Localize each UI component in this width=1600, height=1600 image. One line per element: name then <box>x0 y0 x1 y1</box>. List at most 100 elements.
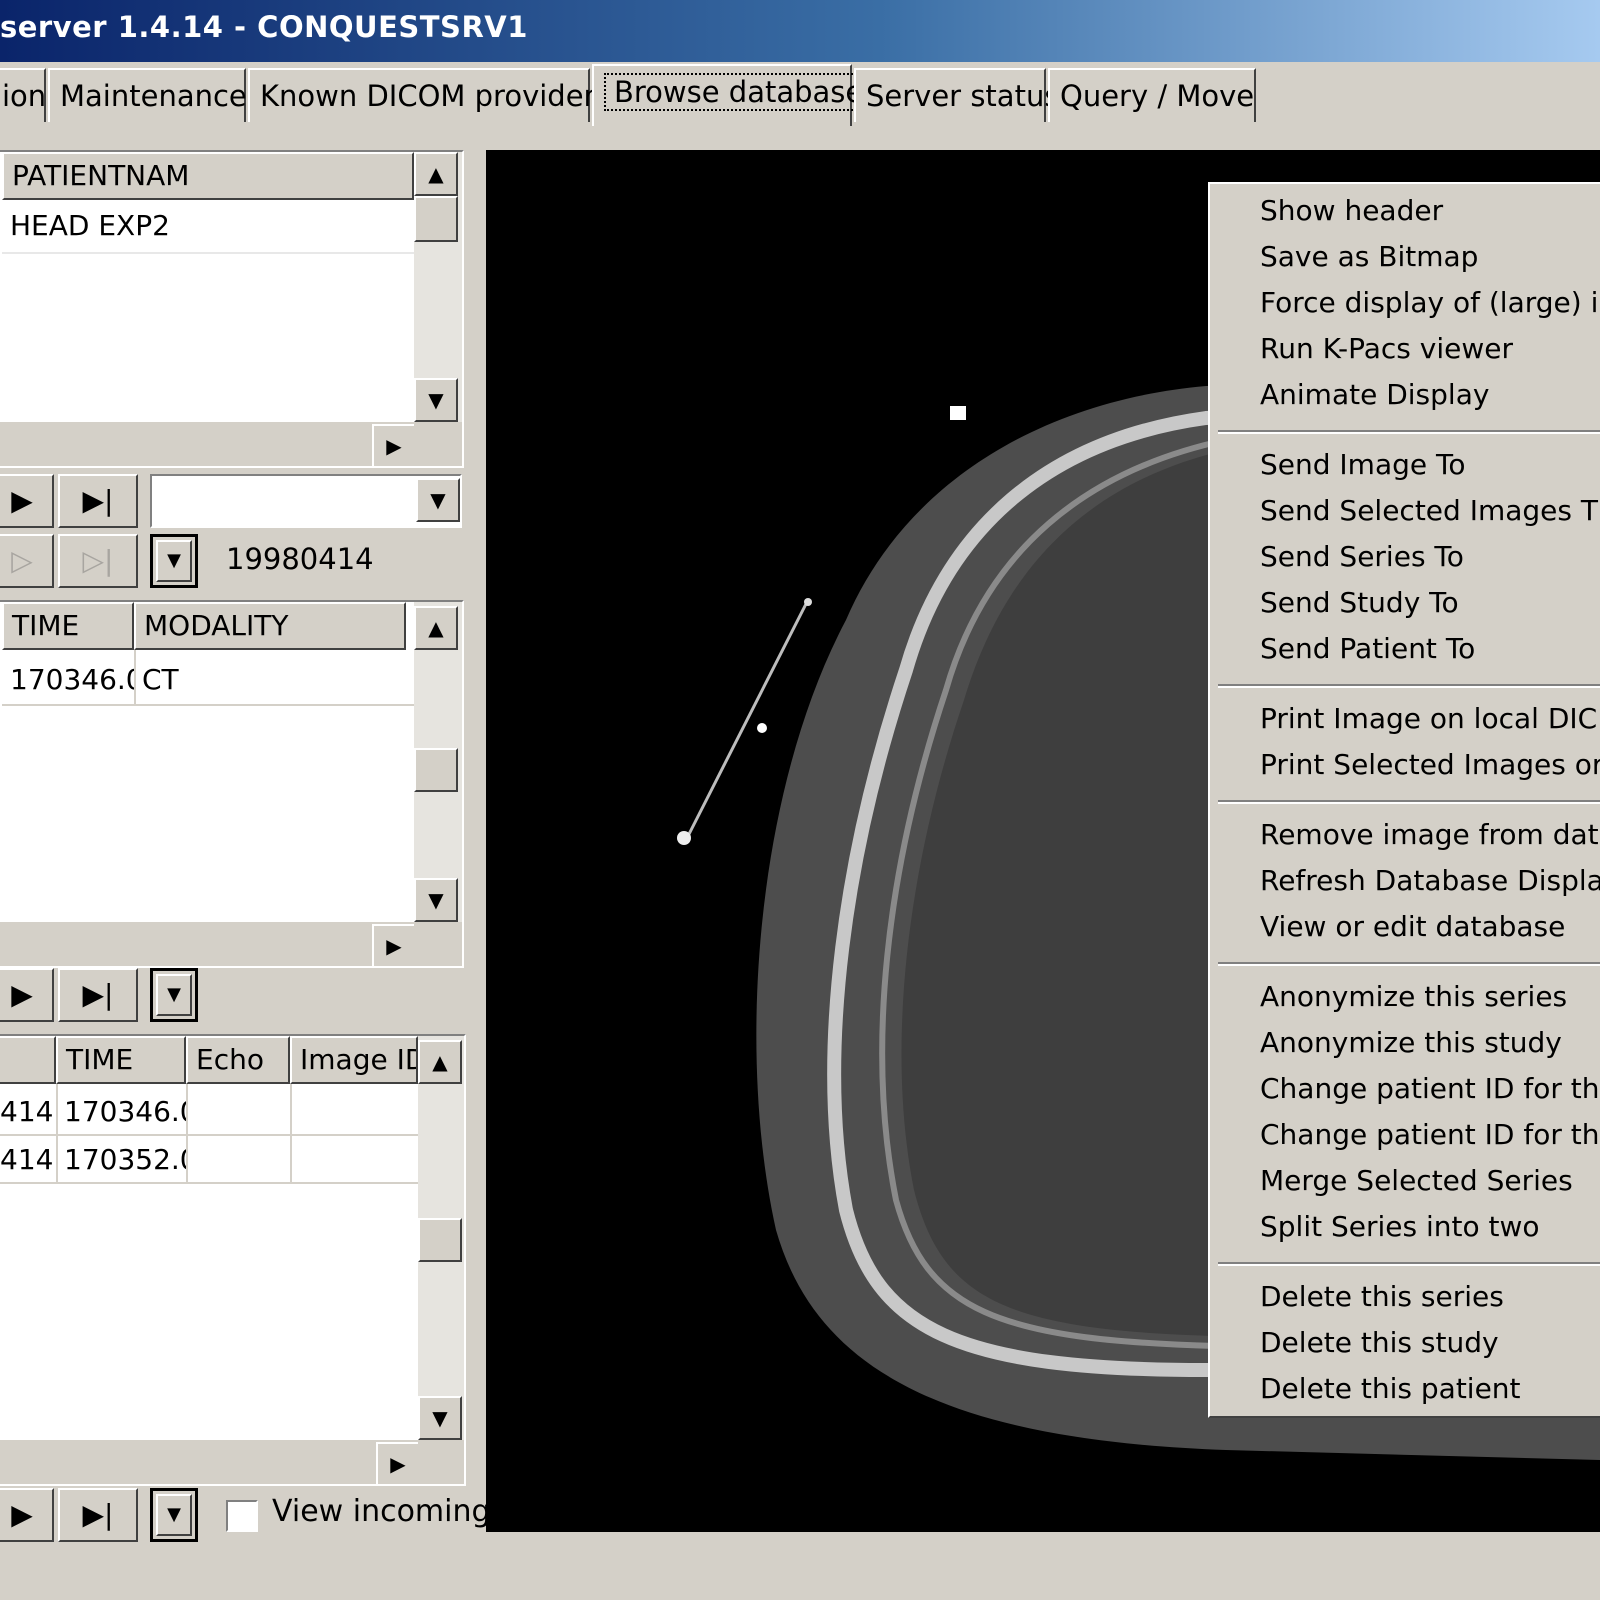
column-header-time[interactable]: TIME <box>2 602 134 650</box>
menu-item[interactable]: Send Image To <box>1260 448 1466 481</box>
chevron-down-icon: ▼ <box>156 1494 192 1536</box>
play-icon: ▶ <box>11 484 33 517</box>
play-icon: ▷ <box>11 544 33 577</box>
horizontal-scrollbar[interactable]: ▶ <box>0 922 416 966</box>
study-date: 19980414 <box>226 542 374 576</box>
skip-end-icon: ▶| <box>82 1498 114 1531</box>
column-header-echo[interactable]: Echo <box>186 1036 290 1084</box>
study-dropdown-button[interactable]: ▼ <box>150 534 198 588</box>
chevron-down-icon[interactable]: ▼ <box>416 478 460 522</box>
context-menu: Show header Save as Bitmap Force display o… <box>1208 182 1600 1418</box>
title-bar[interactable]: server 1.4.14 - CONQUESTSRV1 <box>0 0 1600 62</box>
chevron-down-icon: ▼ <box>156 540 192 582</box>
play-icon: ▶ <box>11 978 33 1011</box>
next-study-button[interactable]: ▷ <box>0 534 54 588</box>
column-header-modality[interactable]: MODALITY <box>134 602 406 650</box>
table-cell[interactable]: 170346.0 <box>56 1090 186 1134</box>
column-header-date[interactable] <box>0 1036 56 1084</box>
menu-separator <box>1218 962 1600 966</box>
scroll-up-button[interactable]: ▲ <box>418 1040 462 1084</box>
tab-label: ion <box>2 79 47 113</box>
horizontal-scrollbar[interactable]: ▶ <box>0 422 416 466</box>
tab-server-status[interactable]: Server status <box>854 68 1059 122</box>
scroll-down-button[interactable]: ▼ <box>418 1396 462 1440</box>
scroll-down-button[interactable]: ▼ <box>414 878 458 922</box>
menu-item[interactable]: Show header <box>1260 194 1443 227</box>
menu-item[interactable]: Print Image on local DIC <box>1260 702 1597 735</box>
vertical-scrollbar[interactable]: ▲ ▼ <box>414 602 462 922</box>
menu-item[interactable]: Anonymize this series <box>1260 980 1567 1013</box>
tab-label: Known DICOM providers <box>260 79 611 113</box>
view-incoming-checkbox[interactable] <box>226 1500 258 1532</box>
table-cell[interactable]: 414 <box>0 1138 56 1182</box>
menu-item[interactable]: Force display of (large) i <box>1260 286 1598 319</box>
last-patient-button[interactable]: ▶| <box>58 474 138 528</box>
table-cell[interactable]: 414 <box>0 1090 56 1134</box>
menu-separator <box>1218 430 1600 434</box>
column-header-patientname[interactable]: PATIENTNAM <box>2 152 414 200</box>
image-dropdown-button[interactable]: ▼ <box>150 1488 198 1542</box>
menu-item[interactable]: View or edit database <box>1260 910 1565 943</box>
study-select[interactable]: ▼ <box>150 474 462 528</box>
horizontal-scrollbar[interactable]: ▶ <box>0 1440 420 1484</box>
play-icon: ▶ <box>11 1498 33 1531</box>
menu-item[interactable]: Merge Selected Series <box>1260 1164 1573 1197</box>
menu-item[interactable]: Animate Display <box>1260 378 1489 411</box>
scroll-right-button[interactable]: ▶ <box>376 1442 420 1484</box>
menu-item[interactable]: Send Patient To <box>1260 632 1475 665</box>
menu-item[interactable]: Delete this series <box>1260 1280 1504 1313</box>
scroll-thumb[interactable] <box>414 196 458 242</box>
tab-label: Query / Move <box>1060 79 1255 113</box>
scroll-thumb[interactable] <box>414 748 458 792</box>
table-cell[interactable]: 170346.0 <box>2 658 134 702</box>
tab-known-dicom-providers[interactable]: Known DICOM providers <box>248 68 611 122</box>
table-cell[interactable]: CT <box>134 658 406 702</box>
column-header-image-id[interactable]: Image ID <box>290 1036 418 1084</box>
scroll-right-button[interactable]: ▶ <box>372 924 416 966</box>
menu-item[interactable]: Delete this patient <box>1260 1372 1521 1405</box>
scroll-down-button[interactable]: ▼ <box>414 378 458 422</box>
menu-item[interactable]: Send Study To <box>1260 586 1459 619</box>
menu-item[interactable]: Change patient ID for th <box>1260 1118 1600 1151</box>
menu-separator <box>1218 1262 1600 1266</box>
next-image-button[interactable]: ▶ <box>0 1488 54 1542</box>
menu-item[interactable]: Send Series To <box>1260 540 1464 573</box>
vertical-scrollbar[interactable]: ▲ ▼ <box>418 1036 464 1440</box>
last-image-button[interactable]: ▶| <box>58 1488 138 1542</box>
series-list[interactable]: TIME MODALITY 170346.0 CT ▲ ▼ ▶ <box>0 600 464 968</box>
menu-item[interactable]: Delete this study <box>1260 1326 1499 1359</box>
last-study-button[interactable]: ▷| <box>58 534 138 588</box>
tab-browse-database[interactable]: Browse database <box>592 64 874 126</box>
menu-separator <box>1218 800 1600 804</box>
menu-item[interactable]: Refresh Database Displa <box>1260 864 1600 897</box>
menu-item[interactable]: Change patient ID for th <box>1260 1072 1600 1105</box>
menu-item[interactable]: Remove image from dat <box>1260 818 1599 851</box>
menu-item[interactable]: Print Selected Images or <box>1260 748 1600 781</box>
menu-item[interactable]: Save as Bitmap <box>1260 240 1478 273</box>
menu-item[interactable]: Anonymize this study <box>1260 1026 1562 1059</box>
series-dropdown-button[interactable]: ▼ <box>150 968 198 1022</box>
tab-label: Server status <box>866 79 1060 113</box>
skip-end-icon: ▶| <box>82 484 114 517</box>
table-cell[interactable]: 170352.0 <box>56 1138 186 1182</box>
vertical-scrollbar[interactable]: ▲ ▼ <box>414 152 462 422</box>
table-cell[interactable]: HEAD EXP2 <box>2 204 414 248</box>
image-list[interactable]: TIME Echo Image ID 414 170346.0 414 1703… <box>0 1034 466 1486</box>
skip-end-icon: ▶| <box>82 978 114 1011</box>
menu-item[interactable]: Run K-Pacs viewer <box>1260 332 1513 365</box>
menu-item[interactable]: Send Selected Images T <box>1260 494 1598 527</box>
tab-maintenance[interactable]: Maintenance <box>48 68 247 122</box>
tab-strip: ion Maintenance Known DICOM providers Br… <box>0 64 1600 126</box>
menu-item[interactable]: Split Series into two <box>1260 1210 1540 1243</box>
last-series-button[interactable]: ▶| <box>58 968 138 1022</box>
patient-list[interactable]: PATIENTNAM HEAD EXP2 ▲ ▼ ▶ <box>0 150 464 468</box>
scroll-thumb[interactable] <box>418 1218 462 1262</box>
scroll-up-button[interactable]: ▲ <box>414 606 458 650</box>
tab-query-move[interactable]: Query / Move <box>1048 68 1256 122</box>
next-patient-button[interactable]: ▶ <box>0 474 54 528</box>
tab-configuration[interactable]: ion <box>0 68 46 122</box>
next-series-button[interactable]: ▶ <box>0 968 54 1022</box>
column-header-time[interactable]: TIME <box>56 1036 186 1084</box>
scroll-up-button[interactable]: ▲ <box>414 152 458 196</box>
scroll-right-button[interactable]: ▶ <box>372 424 416 466</box>
